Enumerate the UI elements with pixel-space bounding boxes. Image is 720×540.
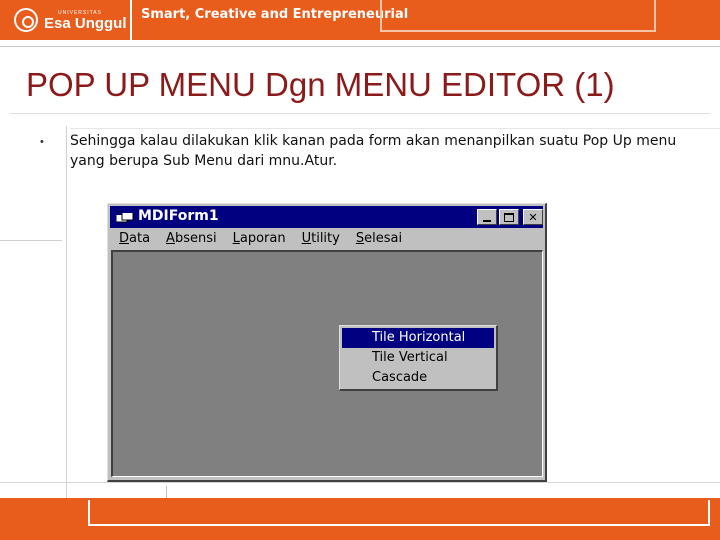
banner-tagline: Smart, Creative and Entrepreneurial: [141, 7, 409, 22]
popup-item-tile-vertical[interactable]: Tile Vertical: [342, 348, 494, 368]
header-banner: UNIVERSITAS Esa Unggul Smart, Creative a…: [0, 0, 720, 40]
menu-laporan[interactable]: Laporan: [224, 229, 293, 249]
decor-line: [0, 482, 720, 483]
minimize-button[interactable]: [477, 209, 497, 225]
decor-line: [166, 486, 167, 498]
bullet-icon: •: [40, 136, 44, 148]
popup-menu: Tile Horizontal Tile Vertical Cascade: [339, 325, 498, 391]
popup-item-cascade[interactable]: Cascade: [342, 368, 494, 388]
menu-selesai[interactable]: Selesai: [347, 229, 409, 249]
window-titlebar[interactable]: MDIForm1 ✕: [110, 206, 543, 228]
slide-title: POP UP MENU Dgn MENU EDITOR (1): [26, 66, 615, 103]
logo-emblem-icon: [14, 8, 38, 32]
banner-decor-frame: [380, 0, 656, 32]
decor-line: [10, 113, 710, 114]
decor-line: [0, 46, 720, 47]
menu-data[interactable]: Data: [110, 229, 157, 249]
popup-item-tile-horizontal[interactable]: Tile Horizontal: [342, 328, 494, 348]
decor-line: [66, 126, 67, 498]
app-icon: [116, 210, 134, 223]
minimize-icon: [483, 219, 491, 222]
decor-line: [70, 128, 720, 129]
maximize-button[interactable]: [499, 209, 519, 225]
bullet-text: Sehingga kalau dilakukan klik kanan pada…: [70, 133, 677, 169]
footer-decor-frame: [88, 500, 710, 526]
close-button[interactable]: ✕: [523, 209, 543, 225]
decor-line: [0, 240, 62, 241]
menu-absensi[interactable]: Absensi: [157, 229, 224, 249]
menu-bar: Data Absensi Laporan Utility Selesai: [110, 229, 543, 249]
maximize-icon: [504, 212, 514, 222]
close-icon: ✕: [528, 210, 538, 224]
logo-text: Esa Unggul: [44, 14, 127, 32]
logo-small-text: UNIVERSITAS: [58, 10, 102, 16]
window-title: MDIForm1: [138, 208, 219, 224]
menu-utility[interactable]: Utility: [293, 229, 347, 249]
university-logo: UNIVERSITAS Esa Unggul: [14, 6, 127, 34]
banner-divider: [130, 0, 132, 40]
